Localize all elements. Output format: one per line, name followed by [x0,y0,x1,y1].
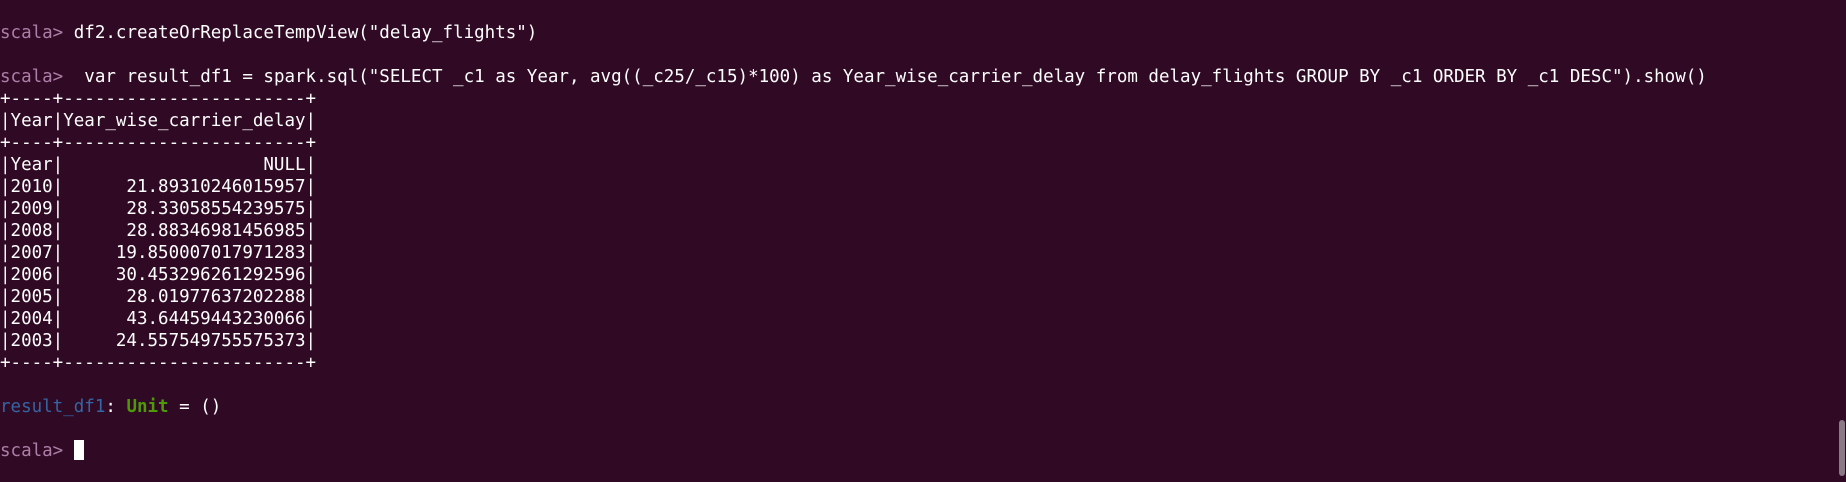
scala-prompt: scala> [0,23,74,43]
result-value: = () [168,397,222,417]
table-border-top: +----+-----------------------+ [0,89,317,109]
text-cursor [73,440,84,460]
command-line-2: scala> var result_df1 = spark.sql("SELEC… [0,66,1830,88]
table-row: |2003| 24.557549755575373| [0,331,317,351]
scala-prompt: scala> [0,67,74,87]
table-row: |2005| 28.01977637202288| [0,287,317,307]
scala-prompt: scala> [0,441,74,461]
result-variable-name: result_df1 [0,397,106,417]
table-row: |2009| 28.33058554239575| [0,199,317,219]
table-row: |2004| 43.64459443230066| [0,309,317,329]
table-row: |2008| 28.88346981456985| [0,221,317,241]
table-row: |2007| 19.850007017971283| [0,243,317,263]
terminal-window[interactable]: scala> df2.createOrReplaceTempView("dela… [0,0,1830,482]
command-text: df2.createOrReplaceTempView("delay_fligh… [73,23,538,43]
command-text: var result_df1 = spark.sql("SELECT _c1 a… [73,67,1707,87]
table-row: |2010| 21.89310246015957| [0,177,317,197]
vertical-scrollbar[interactable] [1836,0,1846,482]
table-border-mid: +----+-----------------------+ [0,133,317,153]
table-header: |Year|Year_wise_carrier_delay| [0,111,317,131]
input-line[interactable]: scala> [0,440,1830,462]
command-line-1: scala> df2.createOrReplaceTempView("dela… [0,22,1830,44]
result-separator: : [105,397,127,417]
table-border-bottom: +----+-----------------------+ [0,353,317,373]
table-row: |2006| 30.453296261292596| [0,265,317,285]
table-row: |Year| NULL| [0,155,317,175]
scrollbar-thumb[interactable] [1839,420,1845,476]
result-line: result_df1: Unit = () [0,396,1830,418]
result-type: Unit [126,397,169,417]
